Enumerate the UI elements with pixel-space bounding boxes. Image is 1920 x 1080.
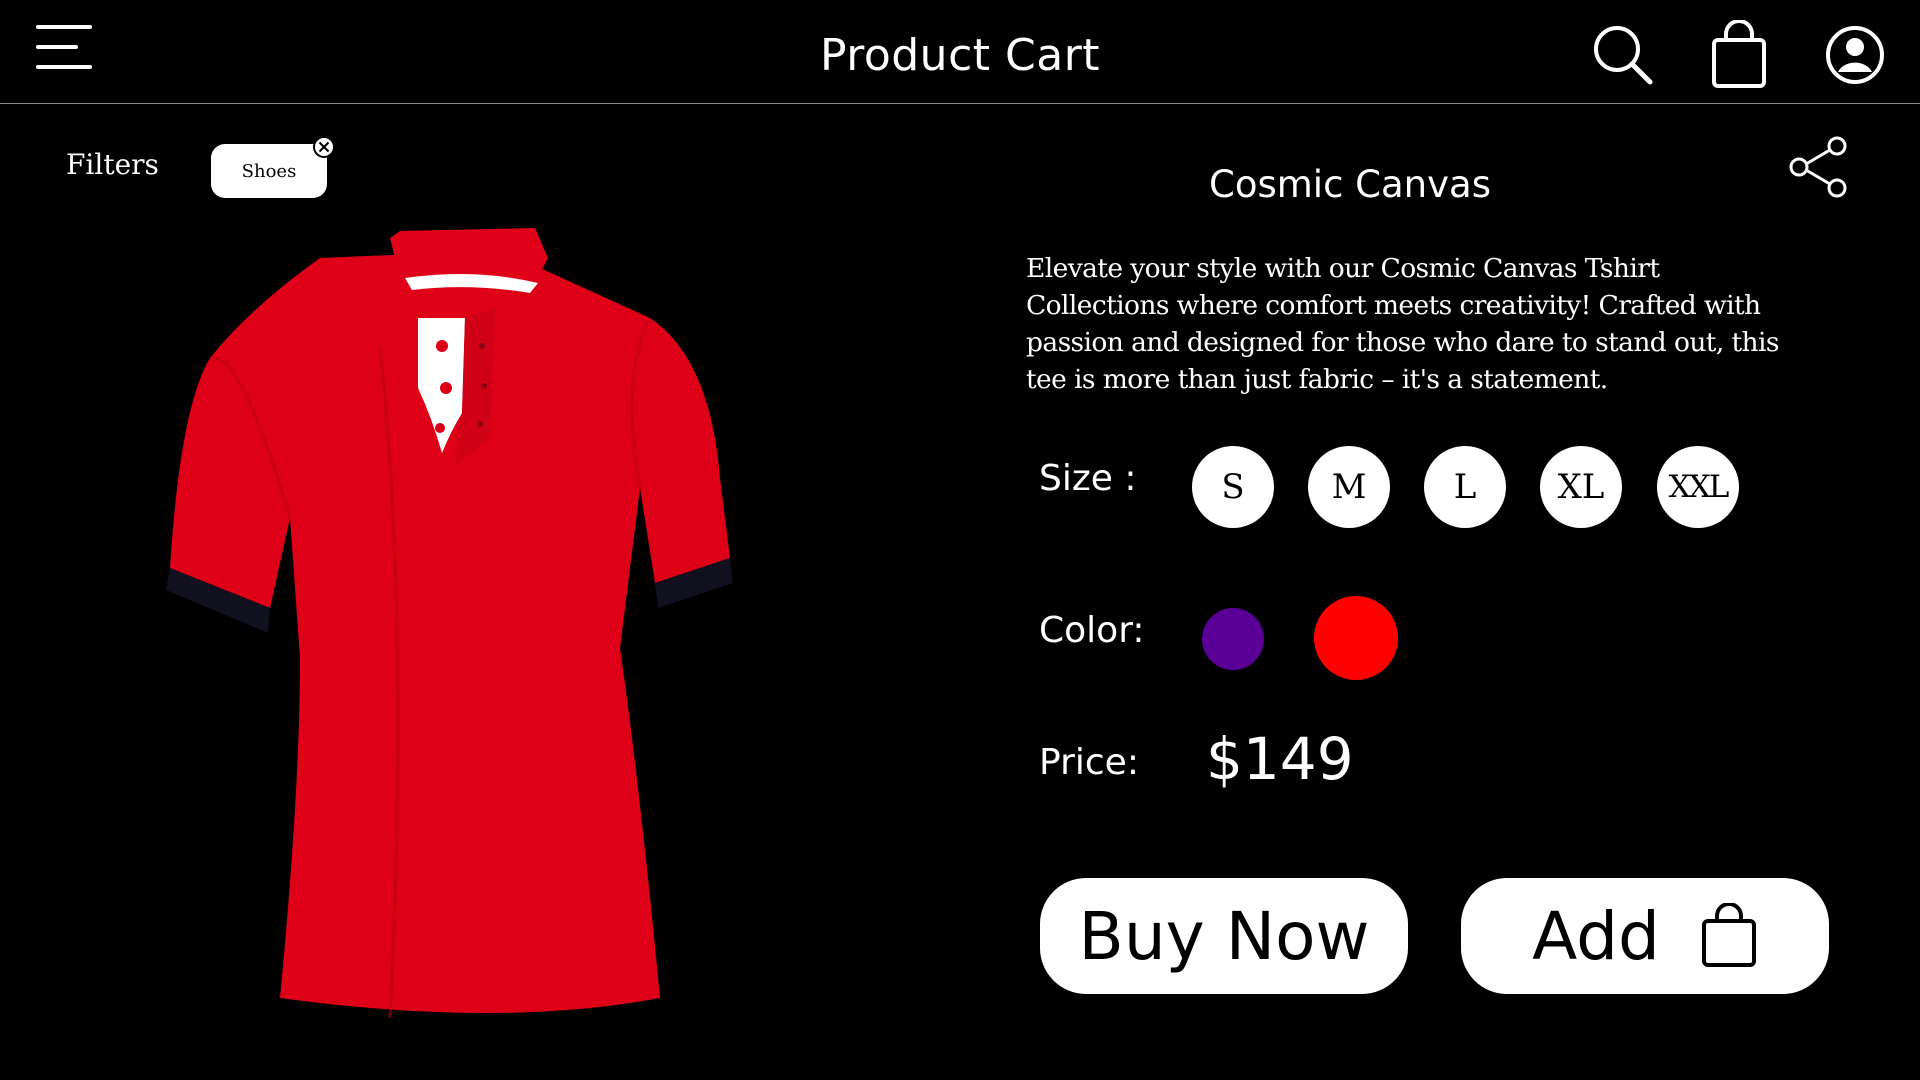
size-label: Size : <box>1039 458 1137 499</box>
product-description: Elevate your style with our Cosmic Canva… <box>1026 253 1779 395</box>
menu-icon[interactable] <box>34 22 94 72</box>
buy-now-button[interactable]: Buy Now <box>1040 878 1408 994</box>
size-option-xl[interactable]: XL <box>1540 446 1622 528</box>
filters-label: Filters <box>66 148 159 181</box>
size-option-xxl[interactable]: XXL <box>1657 446 1739 528</box>
product-title: Cosmic Canvas <box>1209 163 1491 206</box>
shopping-bag-icon[interactable] <box>1706 19 1772 88</box>
close-icon[interactable] <box>312 135 336 159</box>
filter-chip-shoes[interactable]: Shoes <box>211 136 335 198</box>
price-value: $149 <box>1206 725 1354 793</box>
page-title: Product Cart <box>819 30 1101 81</box>
app-header: Product Cart <box>0 0 1920 104</box>
search-icon[interactable] <box>1590 22 1656 88</box>
color-swatch-purple[interactable] <box>1202 608 1264 670</box>
size-option-l[interactable]: L <box>1424 446 1506 528</box>
color-label: Color: <box>1039 610 1145 651</box>
add-label: Add <box>1532 897 1660 975</box>
price-label: Price: <box>1039 742 1139 783</box>
share-icon[interactable] <box>1788 136 1850 198</box>
shopping-bag-icon <box>1700 902 1758 969</box>
size-option-s[interactable]: S <box>1192 446 1274 528</box>
user-profile-icon[interactable] <box>1822 22 1888 88</box>
color-swatch-red[interactable] <box>1314 596 1398 680</box>
filter-chip-label: Shoes <box>241 160 297 182</box>
red-polo-tshirt-image <box>150 228 790 1028</box>
size-option-m[interactable]: M <box>1308 446 1390 528</box>
buy-now-label: Buy Now <box>1078 897 1370 975</box>
add-to-cart-button[interactable]: Add <box>1461 878 1829 994</box>
